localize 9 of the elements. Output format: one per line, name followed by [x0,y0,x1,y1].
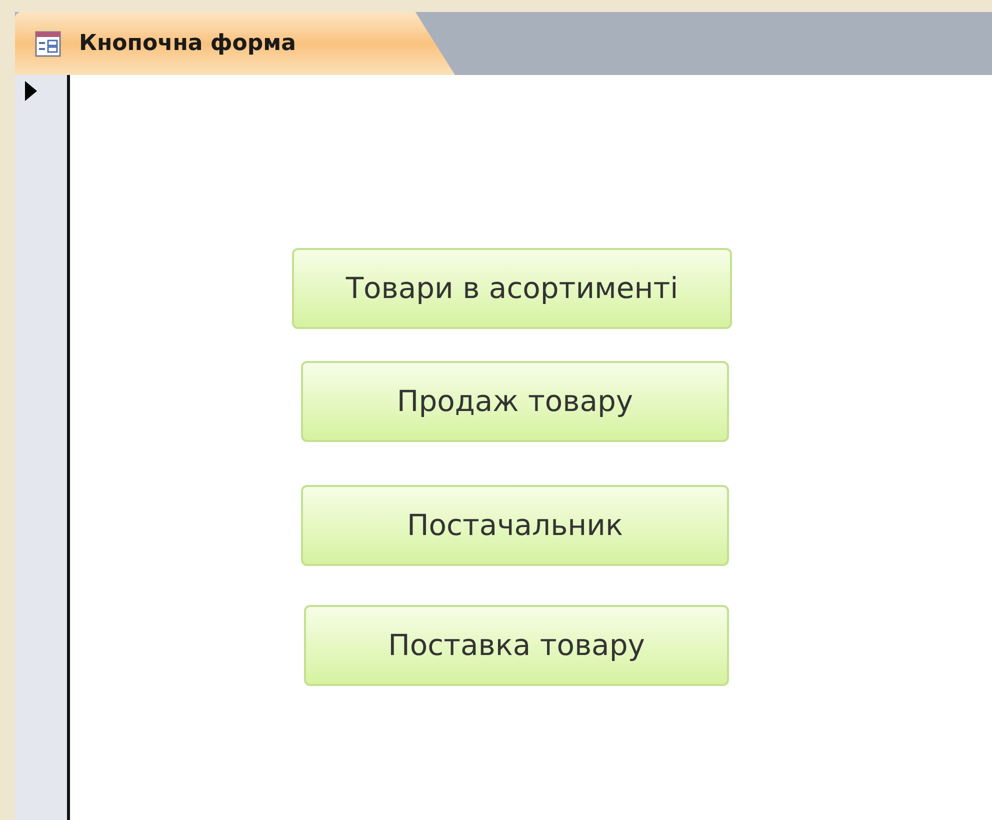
menu-button[interactable]: Товари в асортименті [292,248,732,329]
menu-button[interactable]: Продаж товару [301,361,729,442]
record-selector[interactable] [15,75,70,820]
current-record-icon [25,81,37,101]
form-icon [35,30,61,56]
tab-title: Кнопочна форма [79,30,296,58]
form-tab[interactable]: Кнопочна форма [15,12,455,75]
menu-button[interactable]: Поставка товару [304,605,729,686]
menu-button[interactable]: Постачальник [301,485,729,566]
